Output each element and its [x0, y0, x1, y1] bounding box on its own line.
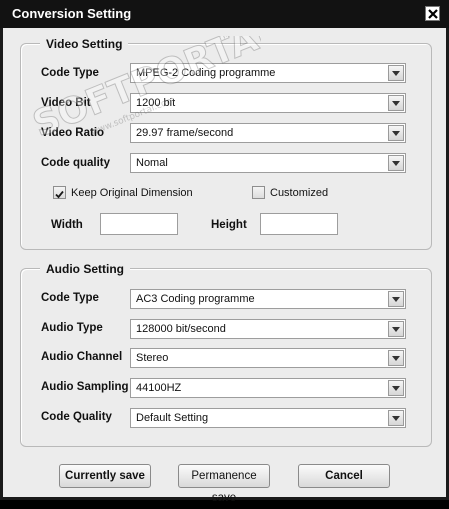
- audio-sampling-value: 44100HZ: [136, 382, 182, 394]
- currently-save-button[interactable]: Currently save: [59, 464, 151, 488]
- video-ratio-select[interactable]: 29.97 frame/second: [130, 123, 406, 143]
- video-bit-select[interactable]: 1200 bit: [130, 93, 406, 113]
- audio-type-value: 128000 bit/second: [136, 323, 226, 335]
- cancel-button[interactable]: Cancel: [298, 464, 390, 488]
- audio-setting-legend: Audio Setting: [40, 262, 130, 276]
- keep-original-dimension-label: Keep Original Dimension: [71, 187, 193, 199]
- permanence-save-button[interactable]: Permanence save: [178, 464, 270, 504]
- audio-code-quality-select[interactable]: Default Setting: [130, 408, 406, 428]
- customized-checkbox[interactable]: [252, 186, 265, 199]
- video-code-type-select[interactable]: MPEG-2 Coding programme: [130, 63, 406, 83]
- audio-type-select[interactable]: 128000 bit/second: [130, 319, 406, 339]
- dropdown-arrow-icon[interactable]: [388, 321, 404, 337]
- audio-sampling-label: Audio Sampling: [41, 381, 129, 393]
- audio-code-type-label: Code Type: [41, 292, 99, 304]
- height-input[interactable]: [260, 213, 338, 235]
- video-ratio-label: Video Ratio: [41, 127, 105, 139]
- dropdown-arrow-icon[interactable]: [388, 95, 404, 111]
- dropdown-arrow-icon[interactable]: [388, 291, 404, 307]
- dropdown-arrow-icon[interactable]: [388, 350, 404, 366]
- video-bit-label: Video Bit: [41, 97, 91, 109]
- dropdown-arrow-icon[interactable]: [388, 155, 404, 171]
- audio-channel-label: Audio Channel: [41, 351, 123, 363]
- audio-code-type-select[interactable]: AC3 Coding programme: [130, 289, 406, 309]
- dropdown-arrow-icon[interactable]: [388, 410, 404, 426]
- dropdown-arrow-icon[interactable]: [388, 125, 404, 141]
- audio-code-quality-value: Default Setting: [136, 412, 209, 424]
- audio-sampling-select[interactable]: 44100HZ: [130, 378, 406, 398]
- audio-channel-value: Stereo: [136, 352, 169, 364]
- audio-code-quality-label: Code Quality: [41, 411, 112, 423]
- conversion-setting-dialog: Conversion Setting Video Setting Code Ty…: [0, 0, 449, 504]
- width-input[interactable]: [100, 213, 178, 235]
- video-bit-value: 1200 bit: [136, 97, 176, 109]
- video-code-type-label: Code Type: [41, 67, 99, 79]
- video-ratio-value: 29.97 frame/second: [136, 127, 234, 139]
- keep-original-dimension-checkbox[interactable]: [53, 186, 66, 199]
- width-label: Width: [51, 219, 83, 231]
- customized-label: Customized: [270, 187, 329, 199]
- height-label: Height: [211, 219, 247, 231]
- dropdown-arrow-icon[interactable]: [388, 380, 404, 396]
- title-bar[interactable]: Conversion Setting: [0, 0, 449, 28]
- video-code-quality-label: Code quality: [41, 157, 111, 169]
- dialog-body: Video Setting Code Type MPEG-2 Coding pr…: [3, 28, 446, 504]
- video-code-quality-value: Nomal: [136, 157, 168, 169]
- audio-code-type-value: AC3 Coding programme: [136, 293, 255, 305]
- close-icon: [427, 8, 438, 19]
- video-code-quality-select[interactable]: Nomal: [130, 153, 406, 173]
- audio-type-label: Audio Type: [41, 322, 103, 334]
- audio-channel-select[interactable]: Stereo: [130, 348, 406, 368]
- video-code-type-value: MPEG-2 Coding programme: [136, 67, 276, 79]
- window-title: Conversion Setting: [12, 6, 132, 21]
- close-button[interactable]: [425, 6, 440, 21]
- checkmark-icon: [55, 190, 64, 199]
- video-setting-legend: Video Setting: [40, 37, 129, 51]
- dropdown-arrow-icon[interactable]: [388, 65, 404, 81]
